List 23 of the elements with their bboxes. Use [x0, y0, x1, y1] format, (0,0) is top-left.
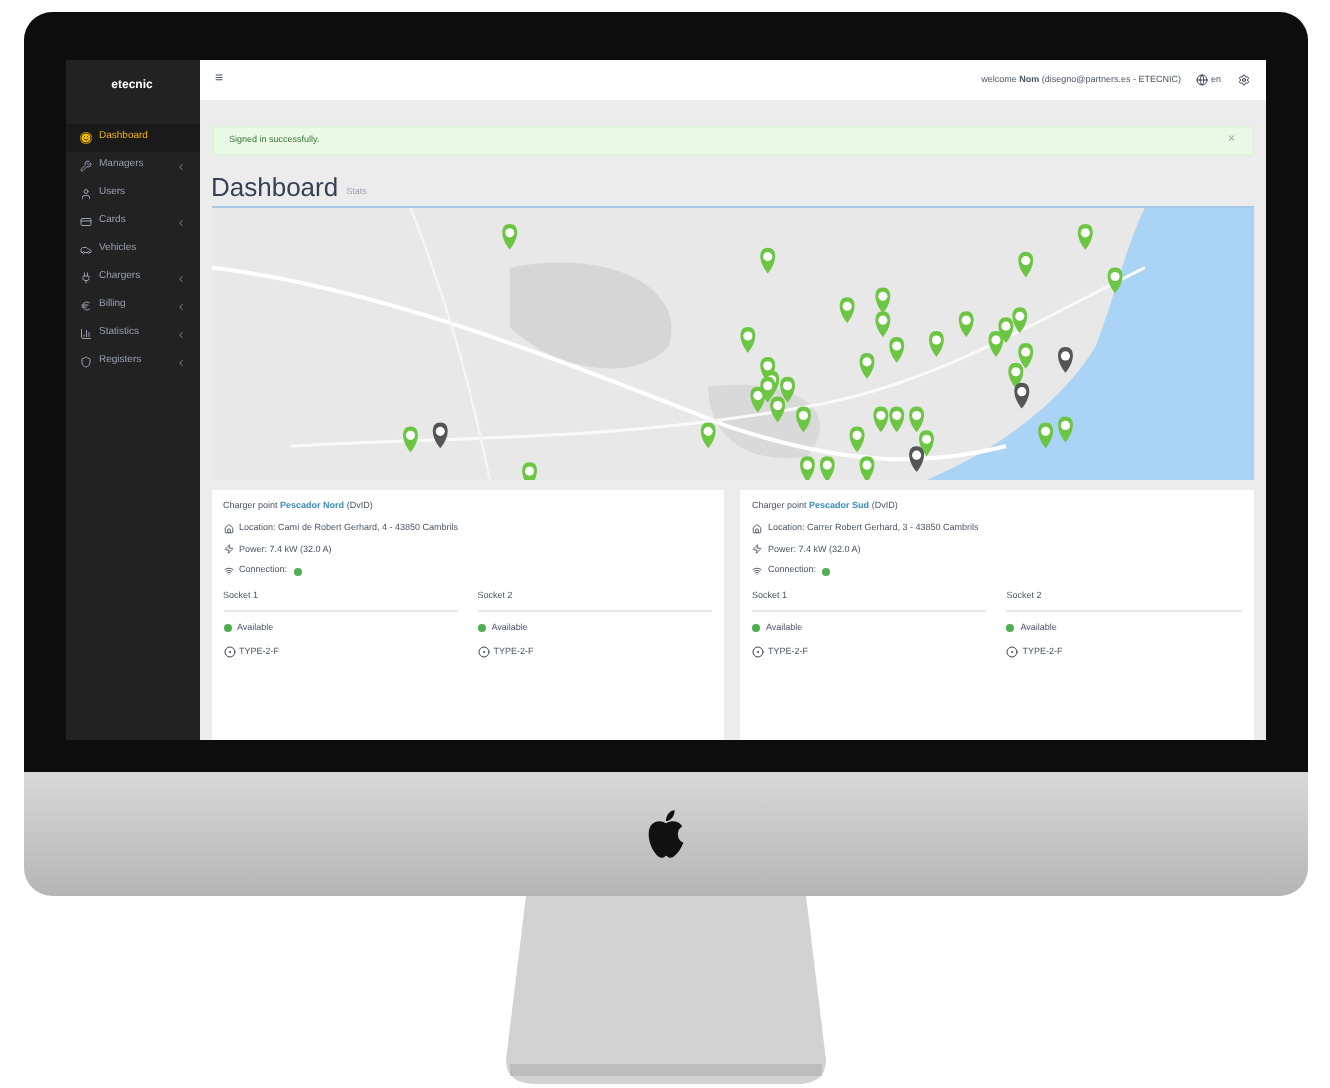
smiley-icon [79, 132, 91, 144]
page-title: Dashboard [211, 174, 339, 200]
wrench-icon [79, 160, 91, 172]
plug-icon [79, 272, 91, 284]
user-icon [79, 188, 91, 200]
bolt-icon [752, 544, 762, 555]
connector-icon [223, 645, 235, 658]
card-icon [79, 216, 91, 228]
bar-chart-icon [79, 328, 91, 340]
bolt-icon [223, 544, 233, 555]
connector-icon [477, 645, 490, 658]
globe-icon[interactable] [1196, 74, 1209, 86]
home-icon [223, 523, 233, 534]
euro-icon [79, 300, 91, 312]
wifi-icon [223, 566, 233, 577]
home-icon [752, 523, 762, 534]
settings-icon[interactable] [1237, 74, 1249, 86]
shield-icon [79, 356, 91, 368]
connector-icon [752, 645, 764, 658]
apple-icon [643, 808, 687, 860]
car-icon [79, 244, 91, 256]
connector-icon [1006, 645, 1019, 658]
wifi-icon [752, 566, 762, 577]
